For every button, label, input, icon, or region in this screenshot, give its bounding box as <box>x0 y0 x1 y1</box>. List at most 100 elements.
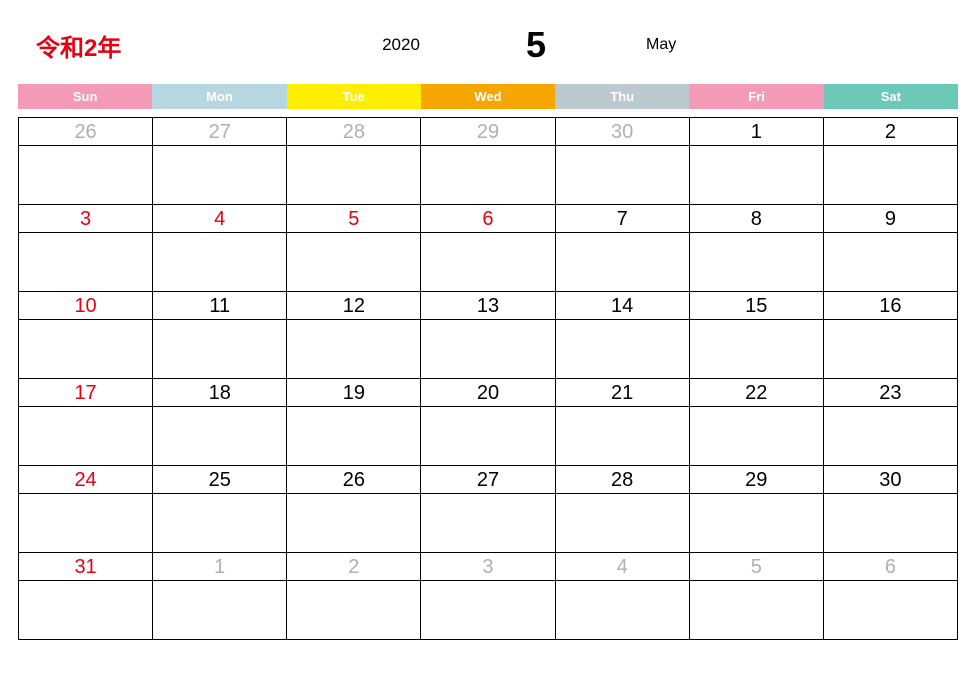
day-number: 22 <box>690 379 823 407</box>
day-number: 30 <box>556 118 689 146</box>
era-label: 令和2年 <box>36 28 336 63</box>
day-number: 3 <box>19 205 152 233</box>
day-number: 23 <box>824 379 957 407</box>
day-body <box>421 146 554 204</box>
day-number: 29 <box>690 466 823 494</box>
day-body <box>19 407 152 465</box>
day-number: 18 <box>153 379 286 407</box>
day-body <box>19 494 152 552</box>
day-body <box>19 581 152 639</box>
day-of-week-row: Sun Mon Tue Wed Thu Fri Sat <box>18 84 958 109</box>
day-number: 24 <box>19 466 152 494</box>
day-body <box>556 233 689 291</box>
day-body <box>153 407 286 465</box>
day-body <box>824 581 957 639</box>
day-body <box>153 581 286 639</box>
day-body <box>421 494 554 552</box>
day-number: 16 <box>824 292 957 320</box>
calendar-cell: 4 <box>153 205 287 292</box>
day-number: 10 <box>19 292 152 320</box>
dow-tue: Tue <box>287 84 421 109</box>
day-body <box>287 320 420 378</box>
day-number: 19 <box>287 379 420 407</box>
day-body <box>421 233 554 291</box>
day-number: 28 <box>287 118 420 146</box>
day-number: 14 <box>556 292 689 320</box>
day-number: 3 <box>421 553 554 581</box>
calendar-cell: 25 <box>153 466 287 553</box>
day-body <box>690 494 823 552</box>
day-body <box>421 581 554 639</box>
day-number: 28 <box>556 466 689 494</box>
day-number: 5 <box>287 205 420 233</box>
day-number: 13 <box>421 292 554 320</box>
day-body <box>824 233 957 291</box>
calendar-cell: 17 <box>19 379 153 466</box>
calendar-cell: 30 <box>556 118 690 205</box>
day-body <box>153 146 286 204</box>
month-english: May <box>606 36 746 54</box>
calendar-cell: 29 <box>421 118 555 205</box>
day-body <box>19 146 152 204</box>
day-number: 25 <box>153 466 286 494</box>
dow-thu: Thu <box>555 84 689 109</box>
day-body <box>287 233 420 291</box>
day-number: 27 <box>153 118 286 146</box>
calendar-cell: 27 <box>153 118 287 205</box>
calendar-cell: 28 <box>556 466 690 553</box>
day-number: 21 <box>556 379 689 407</box>
day-number: 1 <box>690 118 823 146</box>
day-body <box>824 146 957 204</box>
day-body <box>556 146 689 204</box>
day-body <box>421 320 554 378</box>
year-label: 2020 <box>336 35 466 55</box>
day-body <box>690 320 823 378</box>
day-body <box>153 320 286 378</box>
day-body <box>556 494 689 552</box>
calendar-cell: 19 <box>287 379 421 466</box>
day-number: 15 <box>690 292 823 320</box>
calendar-cell: 20 <box>421 379 555 466</box>
day-number: 6 <box>421 205 554 233</box>
calendar-cell: 27 <box>421 466 555 553</box>
day-body <box>287 494 420 552</box>
dow-sat: Sat <box>824 84 958 109</box>
calendar-cell: 5 <box>690 553 824 640</box>
day-number: 26 <box>287 466 420 494</box>
calendar-cell: 14 <box>556 292 690 379</box>
day-body <box>19 320 152 378</box>
day-number: 11 <box>153 292 286 320</box>
calendar-cell: 2 <box>824 118 958 205</box>
calendar-cell: 26 <box>19 118 153 205</box>
dow-mon: Mon <box>152 84 286 109</box>
day-number: 6 <box>824 553 957 581</box>
day-body <box>287 581 420 639</box>
day-number: 30 <box>824 466 957 494</box>
calendar-cell: 3 <box>19 205 153 292</box>
calendar-cell: 6 <box>421 205 555 292</box>
day-body <box>421 407 554 465</box>
day-body <box>690 233 823 291</box>
calendar-cell: 11 <box>153 292 287 379</box>
calendar-cell: 21 <box>556 379 690 466</box>
day-body <box>287 146 420 204</box>
day-body <box>19 233 152 291</box>
calendar-grid: 2627282930123456789101112131415161718192… <box>18 117 958 640</box>
calendar-cell: 16 <box>824 292 958 379</box>
calendar-cell: 7 <box>556 205 690 292</box>
calendar-cell: 22 <box>690 379 824 466</box>
day-body <box>824 407 957 465</box>
day-number: 29 <box>421 118 554 146</box>
calendar-cell: 8 <box>690 205 824 292</box>
day-number: 17 <box>19 379 152 407</box>
day-number: 31 <box>19 553 152 581</box>
calendar-cell: 12 <box>287 292 421 379</box>
day-number: 20 <box>421 379 554 407</box>
calendar-cell: 31 <box>19 553 153 640</box>
day-body <box>153 233 286 291</box>
calendar-cell: 5 <box>287 205 421 292</box>
calendar-cell: 2 <box>287 553 421 640</box>
day-number: 8 <box>690 205 823 233</box>
day-body <box>287 407 420 465</box>
day-number: 9 <box>824 205 957 233</box>
